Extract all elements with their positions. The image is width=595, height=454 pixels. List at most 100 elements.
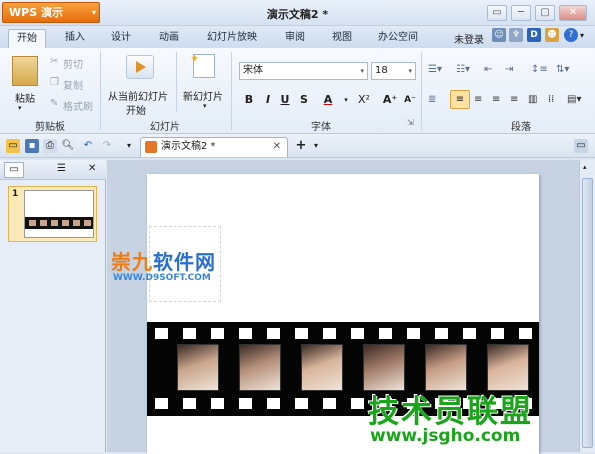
decrease-indent-icon[interactable]: ⇤ bbox=[484, 64, 492, 75]
chevron-down-icon[interactable]: ▾ bbox=[18, 104, 22, 112]
chevron-down-icon[interactable]: ▾ bbox=[580, 31, 584, 40]
grow-font-button[interactable]: A⁺ bbox=[380, 92, 400, 108]
film-sprocket-hole bbox=[323, 328, 336, 339]
outline-view-tab[interactable]: ☰ bbox=[57, 163, 66, 174]
numbering-icon[interactable]: ☷▾ bbox=[456, 64, 470, 75]
strikethrough-button[interactable]: S bbox=[296, 92, 312, 108]
help-icon[interactable]: ? bbox=[564, 28, 578, 42]
avatar-icon[interactable]: ☻ bbox=[545, 28, 559, 42]
tab-insert[interactable]: 插入 bbox=[58, 29, 92, 48]
tab-review[interactable]: 审阅 bbox=[278, 29, 312, 48]
film-sprocket-hole bbox=[435, 328, 448, 339]
increase-indent-icon[interactable]: ⇥ bbox=[505, 64, 513, 75]
minimize-button[interactable]: ─ bbox=[511, 5, 531, 21]
close-window-button[interactable]: ✕ bbox=[559, 5, 587, 21]
print-icon[interactable]: ⎙ bbox=[43, 139, 57, 153]
maximize-button[interactable]: ▢ bbox=[535, 5, 555, 21]
bold-button[interactable]: B bbox=[241, 92, 257, 108]
document-tab[interactable]: 演示文稿2 * ✕ bbox=[140, 137, 288, 157]
thumbnail-photo bbox=[73, 220, 80, 226]
portrait-photo bbox=[487, 344, 529, 391]
slide-number: 1 bbox=[12, 189, 19, 199]
film-sprocket-hole bbox=[155, 328, 168, 339]
scissors-icon: ✂ bbox=[50, 56, 59, 67]
tab-view[interactable]: 视图 bbox=[325, 29, 359, 48]
clipboard-icon[interactable] bbox=[12, 56, 38, 86]
slide-panel-header: ▭ ☰ ✕ bbox=[0, 160, 106, 180]
chevron-down-icon[interactable]: ▾ bbox=[309, 139, 323, 153]
align-right-button[interactable]: ≡ bbox=[492, 94, 500, 105]
chevron-down-icon[interactable]: ▾ bbox=[203, 102, 207, 110]
copy-icon: ❐ bbox=[50, 77, 59, 88]
scrollbar-thumb[interactable] bbox=[582, 178, 593, 448]
new-slide-icon[interactable]: ✦ bbox=[190, 52, 215, 78]
thumbnail-photo bbox=[51, 220, 58, 226]
d-badge-icon[interactable]: D bbox=[527, 28, 541, 42]
tab-animation[interactable]: 动画 bbox=[151, 29, 187, 48]
save-icon[interactable]: ▪ bbox=[25, 139, 39, 153]
scroll-up-icon[interactable]: ▴ bbox=[583, 163, 587, 171]
play-triangle-icon bbox=[136, 61, 146, 73]
film-sprocket-hole bbox=[491, 328, 504, 339]
align-left-button[interactable]: ≡ bbox=[450, 90, 470, 109]
tab-office-space[interactable]: 办公空间 bbox=[373, 29, 423, 48]
columns-dropdown-icon[interactable]: ▤▾ bbox=[567, 94, 581, 105]
bullets-icon[interactable]: ☰▾ bbox=[428, 64, 442, 75]
chevron-down-icon[interactable]: ▾ bbox=[122, 139, 136, 153]
justify-button[interactable]: ≡ bbox=[510, 94, 518, 105]
tab-design[interactable]: 设计 bbox=[104, 29, 138, 48]
font-size-select[interactable]: 18 ▾ bbox=[371, 62, 416, 80]
columns-icon[interactable]: ⁞⁞ bbox=[548, 94, 554, 105]
film-sprocket-hole bbox=[295, 328, 308, 339]
align-center-button[interactable]: ≡ bbox=[474, 94, 482, 105]
new-tab-button[interactable]: + bbox=[294, 139, 308, 153]
distribute-button[interactable]: ▥ bbox=[528, 94, 537, 105]
redo-icon[interactable]: ↷ bbox=[100, 139, 114, 153]
format-painter-button[interactable]: 格式刷 bbox=[63, 98, 93, 113]
paste-button[interactable]: 粘贴 bbox=[15, 90, 35, 105]
title-bar: WPS 演示 ▾ 演示文稿2 * ▭ ─ ▢ ✕ bbox=[0, 0, 595, 26]
slide-thumbnail bbox=[24, 190, 94, 238]
portrait-photo bbox=[425, 344, 467, 391]
shrink-font-button[interactable]: A⁻ bbox=[400, 92, 420, 108]
superscript-button[interactable]: X² bbox=[353, 92, 375, 108]
undo-icon[interactable]: ↶ bbox=[81, 139, 95, 153]
from-current-slide-button[interactable]: 从当前幻灯片 bbox=[108, 88, 168, 103]
underline-button[interactable]: U bbox=[277, 92, 293, 108]
watermark-jsgho-url: www.jsgho.com bbox=[370, 426, 521, 446]
text-direction-icon[interactable]: ⇅▾ bbox=[556, 64, 569, 75]
close-panel-icon[interactable]: ✕ bbox=[88, 163, 96, 174]
paragraph-group-label: 段落 bbox=[511, 122, 531, 133]
divider bbox=[231, 52, 232, 130]
from-current-slide-label2: 开始 bbox=[126, 106, 146, 117]
watermark-orange-text: 崇九 bbox=[111, 250, 153, 274]
paragraph-spacing-icon[interactable]: ≣ bbox=[428, 94, 436, 105]
layout-toggle-icon[interactable]: ▭ bbox=[574, 139, 588, 153]
restore-layout-button[interactable]: ▭ bbox=[487, 5, 507, 21]
new-slide-button[interactable]: 新幻灯片 bbox=[183, 88, 223, 103]
line-spacing-icon[interactable]: ↕≡ bbox=[531, 64, 548, 75]
copy-button[interactable]: 复制 bbox=[63, 77, 83, 92]
italic-button[interactable]: I bbox=[260, 92, 276, 108]
play-slideshow-icon[interactable] bbox=[126, 55, 154, 79]
tab-slideshow[interactable]: 幻灯片放映 bbox=[201, 29, 263, 48]
film-sprocket-hole bbox=[211, 398, 224, 409]
font-color-button[interactable]: A bbox=[320, 92, 336, 108]
user-icon[interactable]: ☺ bbox=[492, 28, 506, 42]
slides-group-label: 幻灯片 bbox=[150, 122, 180, 133]
slide-thumbnail-item[interactable]: 1 bbox=[8, 186, 97, 242]
print-preview-icon[interactable]: 🔍︎ bbox=[61, 139, 75, 153]
open-folder-icon[interactable]: ▭ bbox=[6, 139, 20, 153]
film-sprocket-hole bbox=[351, 398, 364, 409]
film-sprocket-hole bbox=[239, 398, 252, 409]
tab-home[interactable]: 开始 bbox=[8, 29, 46, 48]
shirt-icon[interactable]: ♆ bbox=[509, 28, 523, 42]
font-name-select[interactable]: 宋体 ▾ bbox=[239, 62, 368, 80]
slides-view-tab[interactable]: ▭ bbox=[4, 162, 24, 178]
chevron-down-icon[interactable]: ▾ bbox=[338, 92, 354, 108]
dialog-launcher-icon[interactable]: ⇲ bbox=[407, 118, 414, 127]
login-status[interactable]: 未登录 bbox=[454, 31, 484, 46]
close-tab-icon[interactable]: ✕ bbox=[273, 138, 281, 156]
cut-button[interactable]: 剪切 bbox=[63, 56, 83, 71]
vertical-scrollbar[interactable]: ▴ bbox=[579, 160, 595, 452]
